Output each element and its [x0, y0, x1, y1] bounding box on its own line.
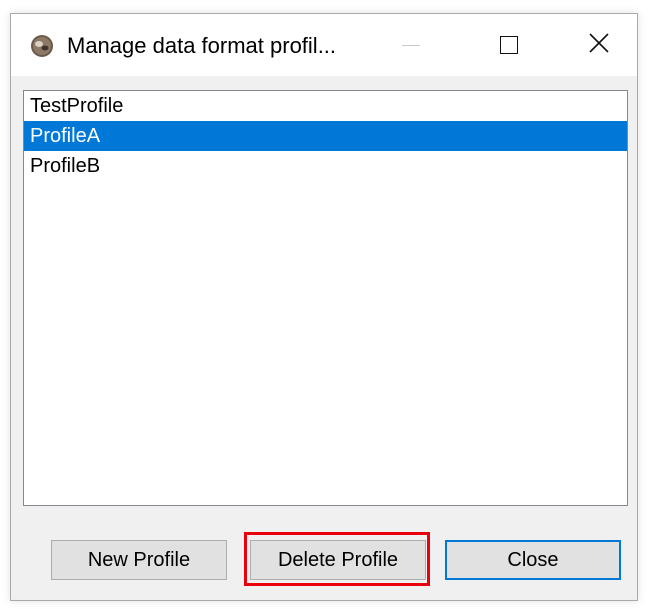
delete-profile-button[interactable]: Delete Profile — [250, 540, 426, 580]
new-profile-button[interactable]: New Profile — [51, 540, 227, 580]
maximize-button[interactable] — [477, 14, 541, 76]
close-button[interactable]: Close — [445, 540, 621, 580]
profile-list-item[interactable]: ProfileB — [24, 151, 627, 181]
window-title: Manage data format profil... — [67, 33, 337, 58]
maximize-icon — [500, 36, 518, 54]
close-window-button[interactable] — [567, 14, 631, 76]
app-logo-icon — [30, 34, 54, 58]
profile-list-item-selected[interactable]: ProfileA — [24, 121, 627, 151]
minimize-button[interactable] — [379, 14, 443, 76]
minimize-icon — [402, 44, 420, 46]
profile-list-item[interactable]: TestProfile — [24, 91, 627, 121]
close-icon — [588, 32, 610, 59]
profile-list[interactable]: TestProfile ProfileA ProfileB — [23, 90, 628, 506]
dialog-window: Manage data format profil... TestProfile… — [10, 13, 638, 601]
title-bar[interactable]: Manage data format profil... — [11, 14, 637, 76]
